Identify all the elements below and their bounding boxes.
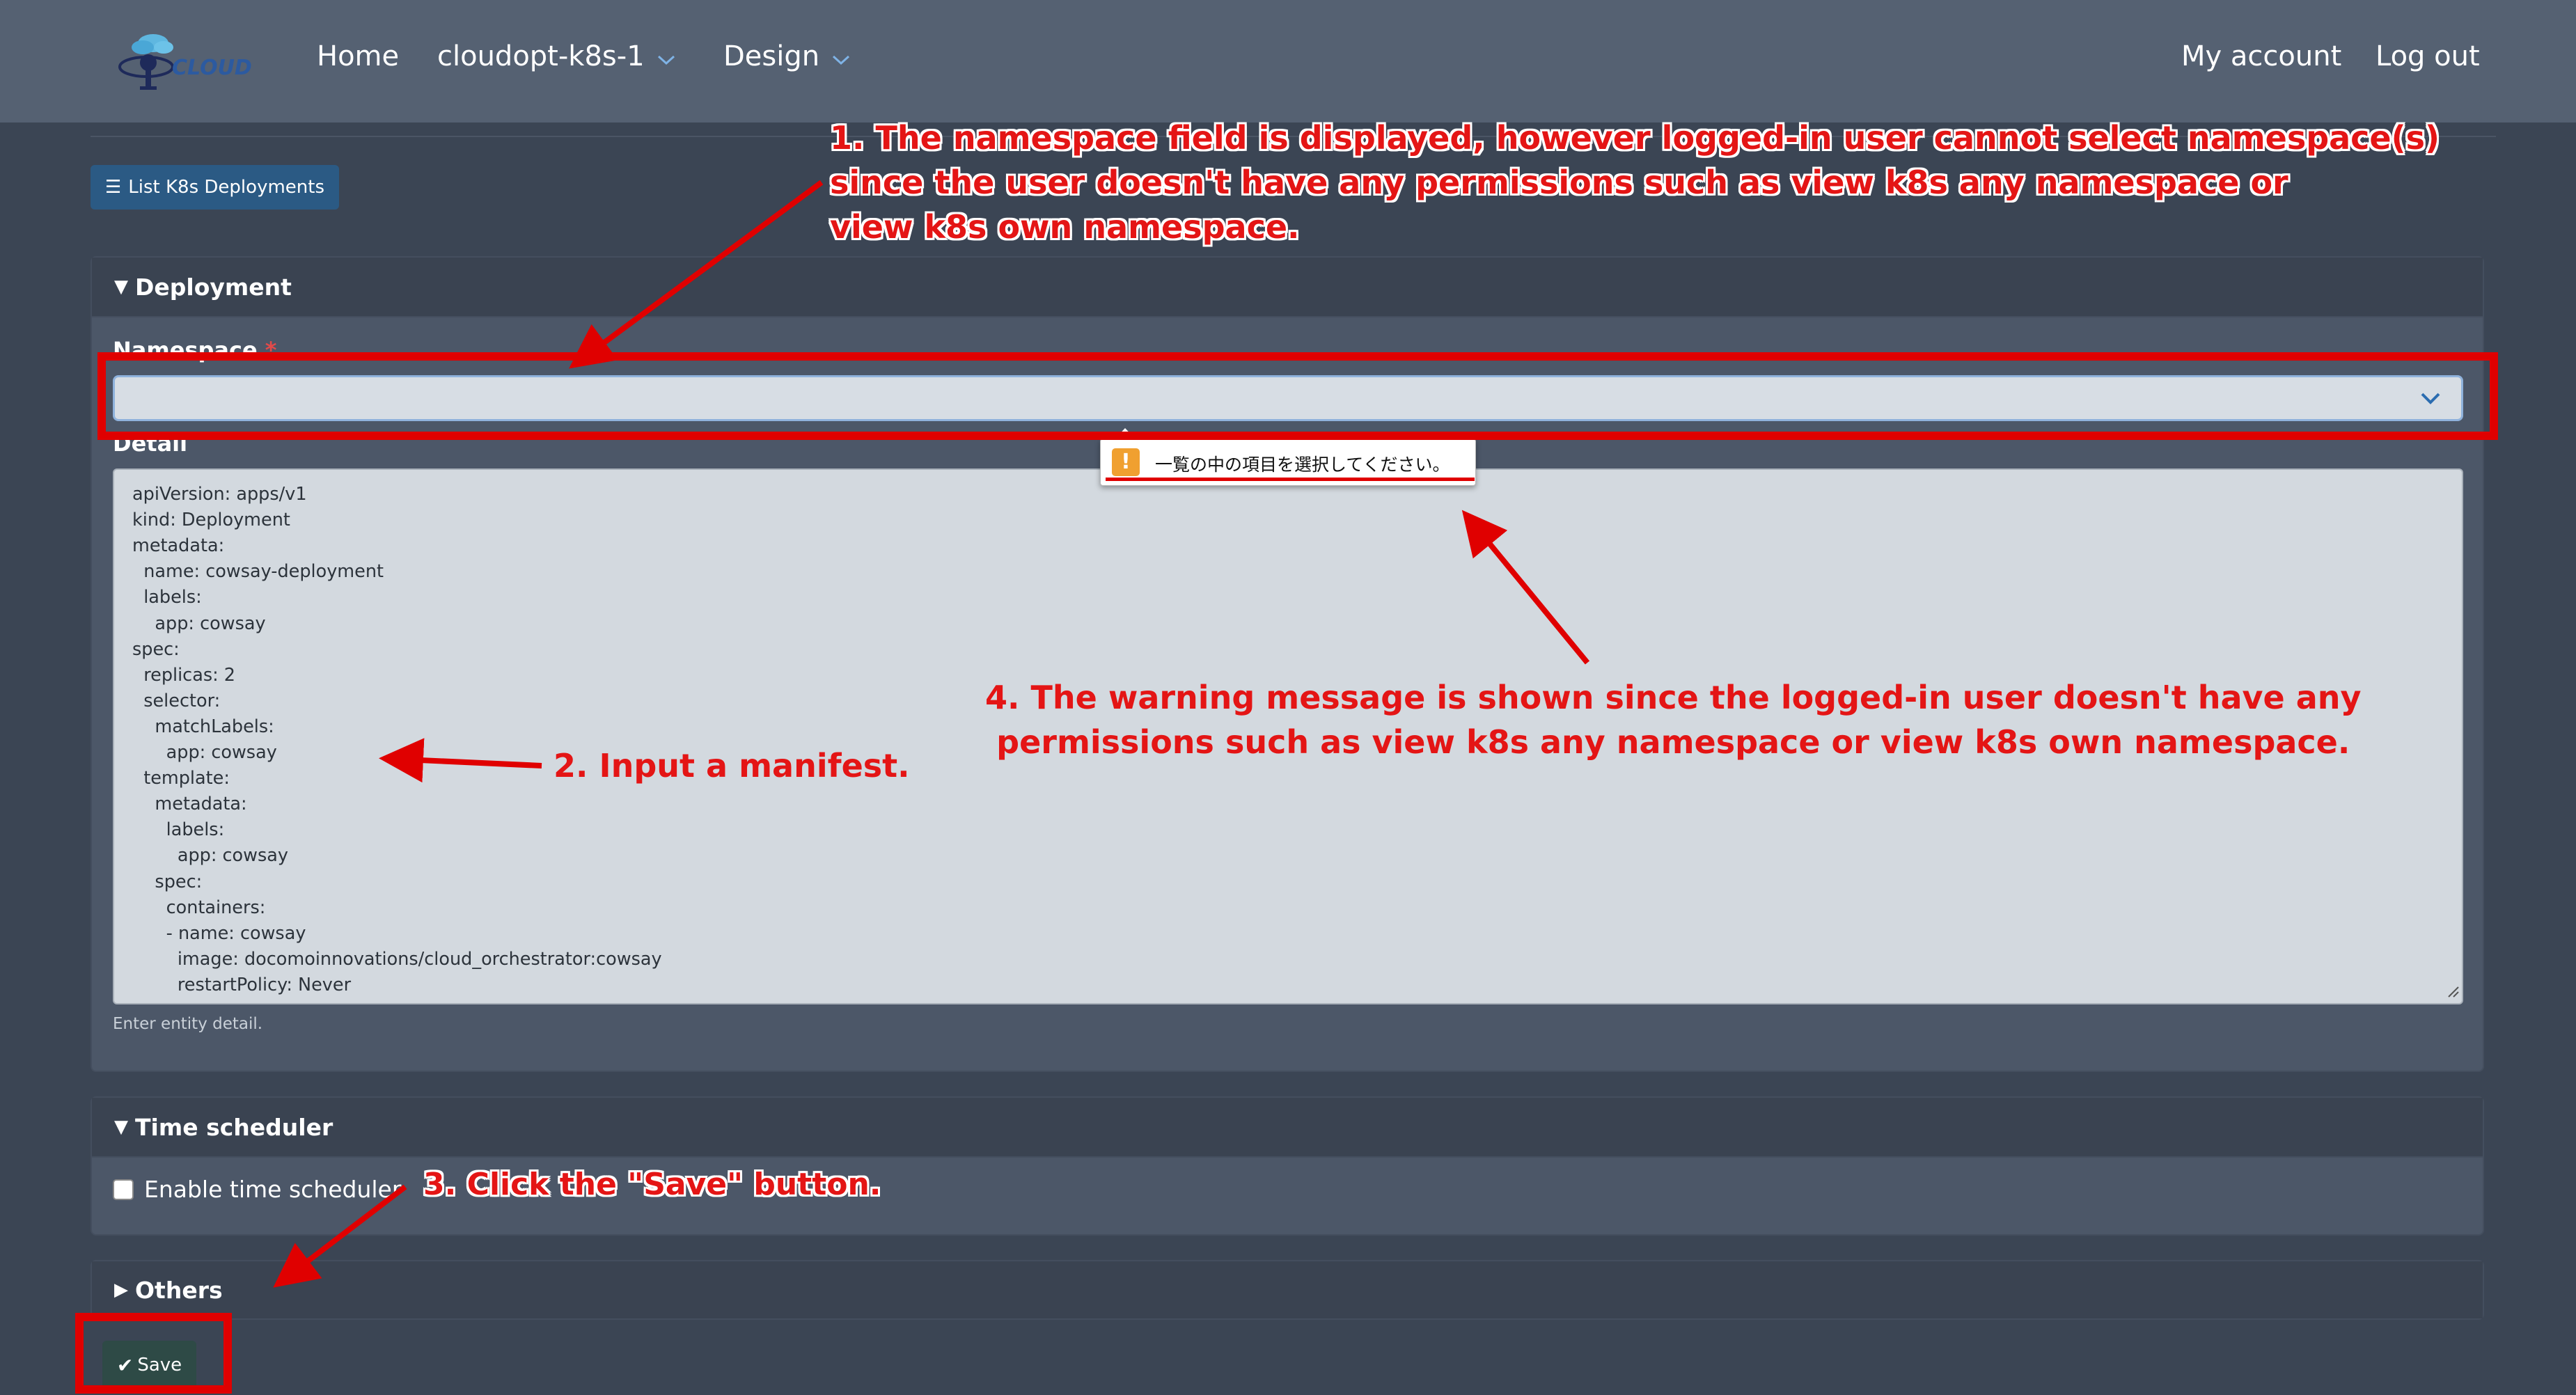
annotation-4-line-2: permissions such as view k8s any namespa… (996, 723, 2350, 761)
nav-design-dropdown[interactable]: Design (723, 40, 851, 74)
annotation-4-line-1: 4. The warning message is shown since th… (985, 679, 2362, 716)
manifest-line: kind: Deployment (132, 510, 290, 531)
enable-time-scheduler-label[interactable]: Enable time scheduler (144, 1176, 401, 1203)
manifest-line: name: cowsay-deployment (132, 561, 384, 583)
annotation-1: 1. The namespace field is displayed, how… (830, 116, 2440, 249)
nav-home[interactable]: Home (317, 40, 399, 72)
manifest-line: selector: (132, 690, 221, 711)
manifest-line: app: cowsay (132, 613, 266, 634)
annotation-4: 4. The warning message is shown since th… (985, 675, 2362, 764)
triangle-down-icon: ▼ (114, 276, 128, 297)
manifest-line: spec: (132, 638, 180, 660)
cloud-orchestrator-logo[interactable]: CLOUD (115, 28, 261, 94)
list-button-label: List K8s Deployments (128, 177, 324, 198)
triangle-down-icon: ▼ (114, 1117, 128, 1137)
deployment-panel-header[interactable]: ▼ Deployment (92, 258, 2483, 317)
save-highlight-box (75, 1313, 232, 1394)
manifest-line: metadata: (132, 794, 247, 815)
chevron-down-icon (656, 42, 677, 74)
chevron-down-icon (831, 42, 851, 74)
others-panel: ▶ Others (91, 1260, 2484, 1320)
detail-help-text: Enter entity detail. (113, 1015, 263, 1033)
top-navbar: CLOUD Home cloudopt-k8s-1 Design My acco… (0, 0, 2576, 123)
list-icon: ☰ (104, 177, 122, 198)
nav-cluster-label: cloudopt-k8s-1 (437, 40, 645, 72)
validation-message: 一覧の中の項目を選択してください。 (1155, 455, 1450, 475)
annotation-1-line-3: view k8s own namespace. (830, 208, 1300, 246)
nav-cluster-dropdown[interactable]: cloudopt-k8s-1 (437, 40, 677, 74)
time-scheduler-title: Time scheduler (135, 1113, 333, 1141)
message-underline (1106, 478, 1475, 484)
nav-design-label: Design (723, 40, 820, 72)
manifest-line: containers: (132, 897, 266, 918)
others-header[interactable]: ▶ Others (92, 1261, 2483, 1318)
enable-time-scheduler-checkbox[interactable] (113, 1179, 134, 1200)
manifest-line: app: cowsay (132, 845, 289, 867)
manifest-line: restartPolicy: Never (132, 974, 352, 995)
warning-icon: ! (1112, 448, 1140, 476)
manifest-line: metadata: (132, 535, 225, 557)
time-scheduler-header[interactable]: ▼ Time scheduler (92, 1098, 2483, 1158)
annotation-2: 2. Input a manifest. (553, 747, 910, 785)
deployment-title: Deployment (135, 273, 292, 301)
triangle-right-icon: ▶ (114, 1279, 128, 1300)
manifest-line: replicas: 2 (132, 664, 236, 686)
manifest-line: labels: (132, 587, 202, 608)
list-k8s-deployments-button[interactable]: ☰ List K8s Deployments (91, 165, 339, 210)
annotation-1-line-2: since the user doesn't have any permissi… (830, 164, 2288, 201)
namespace-highlight-box (97, 352, 2498, 440)
others-title: Others (135, 1276, 223, 1304)
manifest-line: labels: (132, 819, 225, 841)
manifest-line: matchLabels: (132, 716, 274, 737)
manifest-line: spec: (132, 871, 203, 892)
logo-text: CLOUD (172, 56, 252, 80)
manifest-line: image: docomoinnovations/cloud_orchestra… (132, 948, 662, 970)
annotation-1-line-1: 1. The namespace field is displayed, how… (830, 119, 2440, 157)
manifest-line: apiVersion: apps/v1 (132, 484, 307, 505)
nav-my-account[interactable]: My account (2181, 40, 2341, 72)
manifest-line: app: cowsay (132, 742, 277, 763)
nav-log-out[interactable]: Log out (2375, 40, 2480, 72)
annotation-3: 3. Click the "Save" button. (423, 1167, 881, 1202)
manifest-line: - name: cowsay (132, 922, 306, 944)
manifest-line: template: (132, 768, 230, 789)
resize-handle-icon[interactable] (2447, 985, 2459, 1000)
